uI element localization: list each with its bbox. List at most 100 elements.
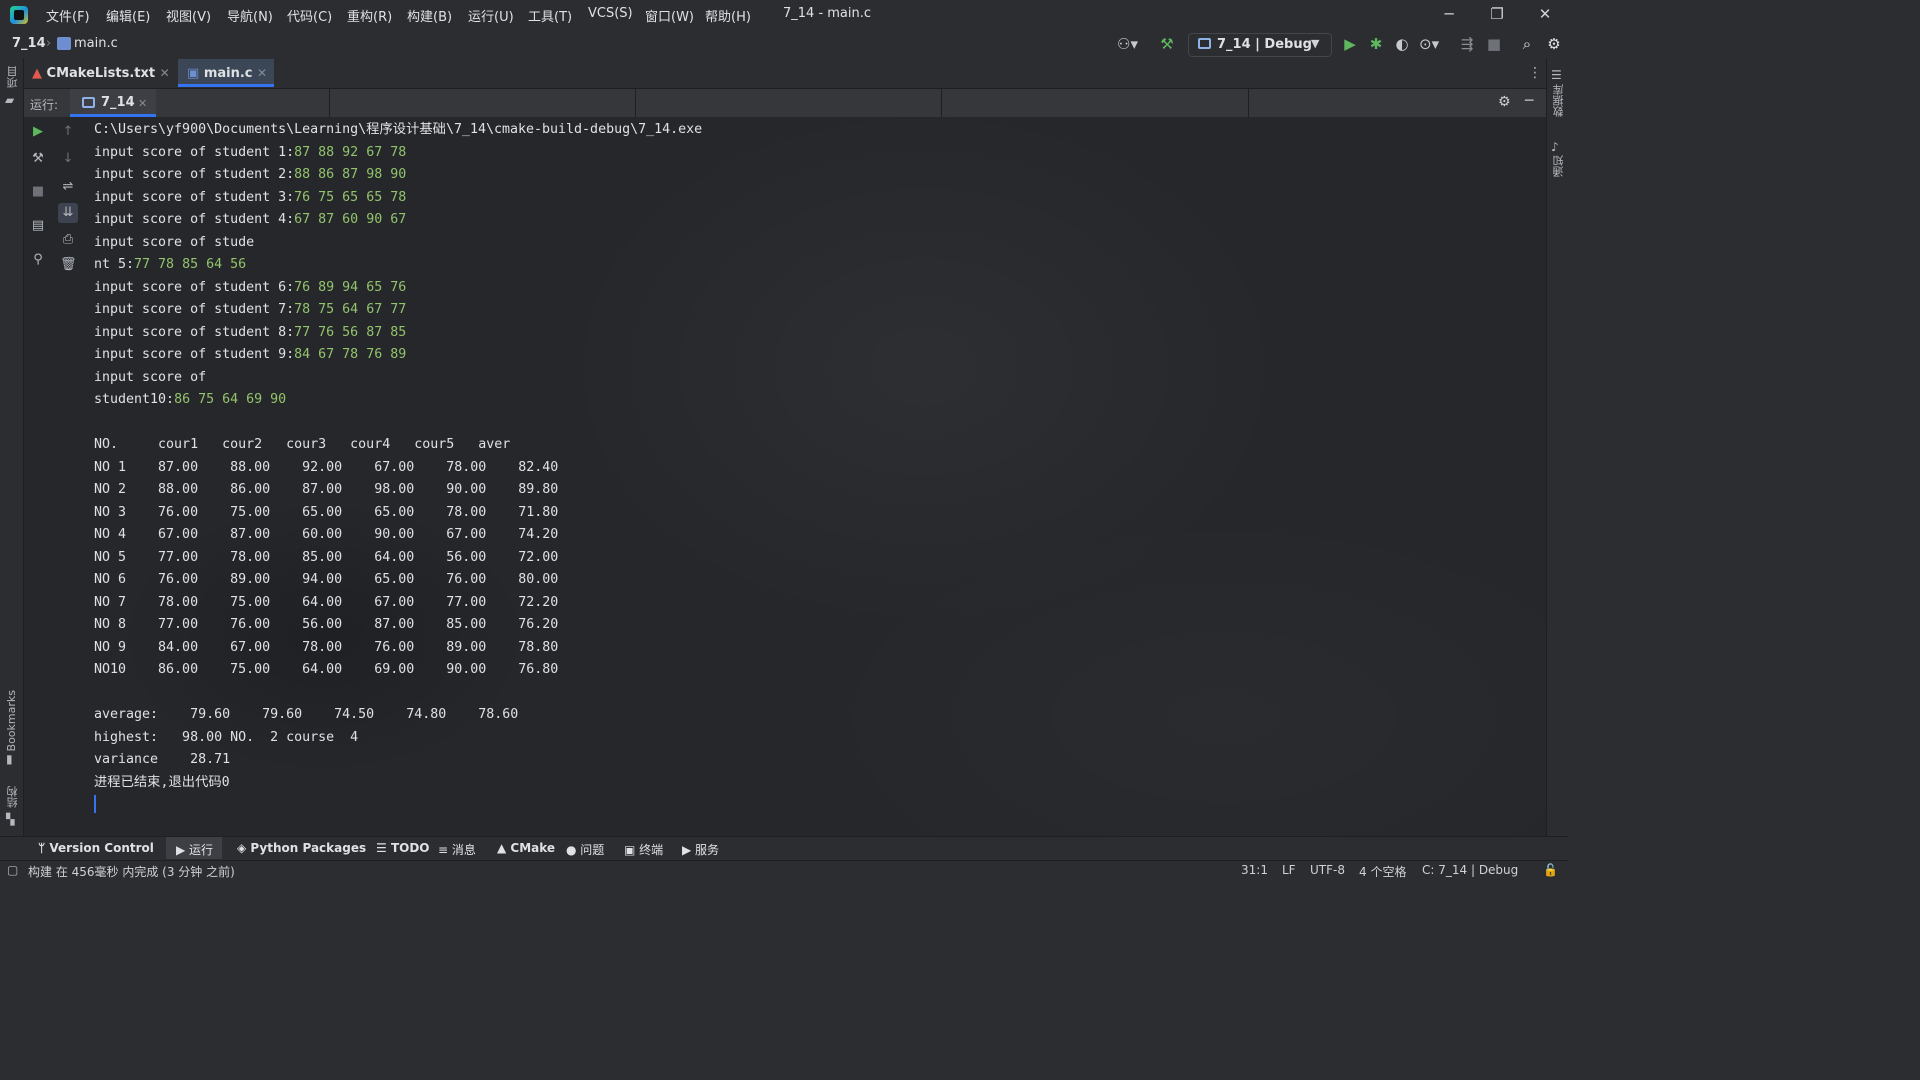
table-row: NO 5 77.00 78.00 85.00 64.00 56.00 72.00 [94, 549, 559, 565]
minimize-panel-icon[interactable]: ─ [1525, 93, 1533, 109]
console-output[interactable]: C:\Users\yf900\Documents\Learning\程序设计基础… [94, 119, 1534, 817]
tool-python-packages[interactable]: ◈ Python Packages [237, 841, 366, 855]
tool-services[interactable]: ▶ 服务 [682, 841, 719, 858]
trash-icon[interactable]: 🗑 [60, 257, 77, 273]
menu-refactor[interactable]: 重构(R) [347, 6, 392, 25]
prompt-text: input score of [94, 369, 215, 385]
menu-navigate[interactable]: 导航(N) [227, 6, 273, 25]
profile-icon[interactable]: ⊙▾ [1419, 35, 1439, 53]
tool-label: Python Packages [250, 841, 367, 855]
tool-todo[interactable]: ☰ TODO [376, 841, 430, 855]
restore-button[interactable]: ❐ [1474, 3, 1520, 25]
navigation-bar [0, 29, 1568, 59]
database-tool-button[interactable]: 数据库 [1551, 84, 1567, 117]
text-caret [94, 795, 96, 813]
user-input-text: 77 76 56 87 85 [294, 324, 407, 340]
clion-logo-icon [10, 6, 28, 24]
prompt-text: input score of student 4: [94, 212, 295, 227]
bookmarks-tool-button[interactable]: Bookmarks [5, 690, 18, 751]
user-icon[interactable]: ⚇▾ [1117, 35, 1138, 53]
breadcrumb-file[interactable]: main.c [74, 36, 118, 51]
notifications-tool-button[interactable]: 通知 [1551, 155, 1567, 177]
blank-line: ​ [94, 682, 1534, 705]
console-input-line: input score of student 9:84 67 78 76 89 [94, 344, 1534, 367]
user-input-text: 87 88 92 67 78 [294, 144, 407, 160]
attach-icon[interactable]: ⇶ [1458, 35, 1476, 53]
pin-icon[interactable]: ⚲ [30, 252, 46, 268]
hammer-icon[interactable]: ⚒ [1158, 35, 1176, 53]
console-input-line: input score of student 8:77 76 56 87 85 [94, 322, 1534, 345]
close-icon[interactable]: ✕ [257, 66, 267, 80]
soft-wrap-icon[interactable]: ⇌ [60, 179, 76, 195]
terminal-icon: ▣ [624, 843, 640, 857]
search-icon[interactable]: ⌕ [1518, 35, 1536, 53]
menu-view[interactable]: 视图(V) [166, 6, 211, 25]
close-button[interactable]: ✕ [1522, 3, 1568, 25]
caret-position[interactable]: 31:1 [1241, 863, 1268, 877]
run-icon: ▶ [176, 843, 190, 857]
scroll-to-end-icon[interactable]: ⇊ [58, 203, 78, 223]
stop-icon[interactable]: ■ [30, 184, 46, 200]
breadcrumb-project[interactable]: 7_14 [12, 36, 46, 51]
project-tool-button[interactable]: 项目 [5, 66, 21, 88]
console-input-line: input score of student 3:76 75 65 65 78 [94, 187, 1534, 210]
blank-line: ​ [94, 412, 1534, 435]
menu-run[interactable]: 运行(U) [468, 6, 514, 25]
minimize-button[interactable]: ─ [1426, 3, 1472, 25]
close-icon[interactable]: ✕ [160, 66, 170, 80]
menu-file[interactable]: 文件(F) [46, 6, 90, 25]
menu-edit[interactable]: 编辑(E) [106, 6, 150, 25]
layout-toggle-icon[interactable]: ▢ [7, 863, 18, 877]
folder-icon[interactable]: ▰ [5, 93, 14, 107]
menu-tools[interactable]: 工具(T) [528, 6, 572, 25]
table-row: NO 7 78.00 75.00 64.00 67.00 77.00 72.20 [94, 594, 559, 610]
more-options-icon[interactable]: ⋮ [1528, 65, 1542, 81]
rerun-icon[interactable]: ▶ [30, 124, 46, 140]
structure-tool-button[interactable]: 结构 [5, 786, 21, 808]
arrow-down-icon[interactable]: ↓ [60, 151, 76, 167]
bell-icon[interactable]: ♪ [1551, 140, 1559, 154]
wrench-icon[interactable]: ⚒ [30, 151, 46, 167]
arrow-up-icon[interactable]: ↑ [60, 124, 76, 140]
database-icon[interactable]: ☰ [1551, 68, 1562, 82]
console-input-line: input score of student 6:76 89 94 65 76 [94, 277, 1534, 300]
tool-label: TODO [390, 841, 430, 855]
tab-cmakelists[interactable]: ▲ CMakeLists.txt ✕ [32, 60, 170, 86]
tab-main-c-content[interactable]: ▣ main.c ✕ [187, 60, 267, 86]
console-input-line: input score of student 7:78 75 64 67 77 [94, 299, 1534, 322]
status-message[interactable]: 构建 在 456毫秒 内完成 (3 分钟 之前) [28, 863, 235, 880]
user-input-text: 78 75 64 67 77 [294, 302, 407, 317]
tool-version-control[interactable]: ᛘ Version Control [38, 841, 154, 855]
resolve-context[interactable]: C: 7_14 | Debug [1422, 863, 1518, 877]
tool-cmake[interactable]: ▲ CMake [497, 841, 555, 855]
gear-icon[interactable]: ⚙ [1498, 94, 1511, 110]
cursor-line[interactable] [94, 794, 1534, 817]
menu-help[interactable]: 帮助(H) [705, 6, 751, 25]
indent-setting[interactable]: 4 个空格 [1359, 863, 1406, 880]
prompt-text: input score of student 9: [94, 347, 295, 362]
user-input-text: 77 78 85 64 56 [134, 257, 247, 272]
file-encoding[interactable]: UTF-8 [1310, 863, 1345, 877]
debug-icon[interactable]: ✱ [1367, 35, 1385, 53]
menu-vcs[interactable]: VCS(S) [588, 6, 633, 21]
console-input-line: input score of student 4:67 87 60 90 67 [94, 209, 1534, 232]
line-ending[interactable]: LF [1282, 863, 1296, 877]
layout-icon[interactable]: ▤ [30, 218, 46, 234]
close-icon[interactable]: ✕ [138, 97, 147, 110]
prompt-text: input score of student 6: [94, 279, 295, 295]
coverage-icon[interactable]: ◐ [1393, 35, 1411, 53]
tool-run[interactable]: ▶ 运行 [176, 841, 213, 858]
tool-terminal[interactable]: ▣ 终端 [624, 841, 663, 858]
settings-icon[interactable]: ⚙ [1545, 35, 1563, 53]
run-icon[interactable]: ▶ [1341, 35, 1359, 53]
menu-window[interactable]: 窗口(W) [645, 6, 694, 25]
menu-code[interactable]: 代码(C) [287, 6, 332, 25]
print-icon[interactable]: ⎙ [60, 232, 76, 248]
tool-problems[interactable]: ● 问题 [566, 841, 604, 858]
tool-messages[interactable]: ≡ 消息 [438, 841, 476, 858]
lock-icon[interactable]: 🔓 [1543, 863, 1558, 877]
menu-build[interactable]: 构建(B) [407, 6, 452, 25]
stop-icon[interactable]: ■ [1485, 35, 1503, 53]
divider [329, 89, 330, 117]
divider [1248, 89, 1249, 117]
